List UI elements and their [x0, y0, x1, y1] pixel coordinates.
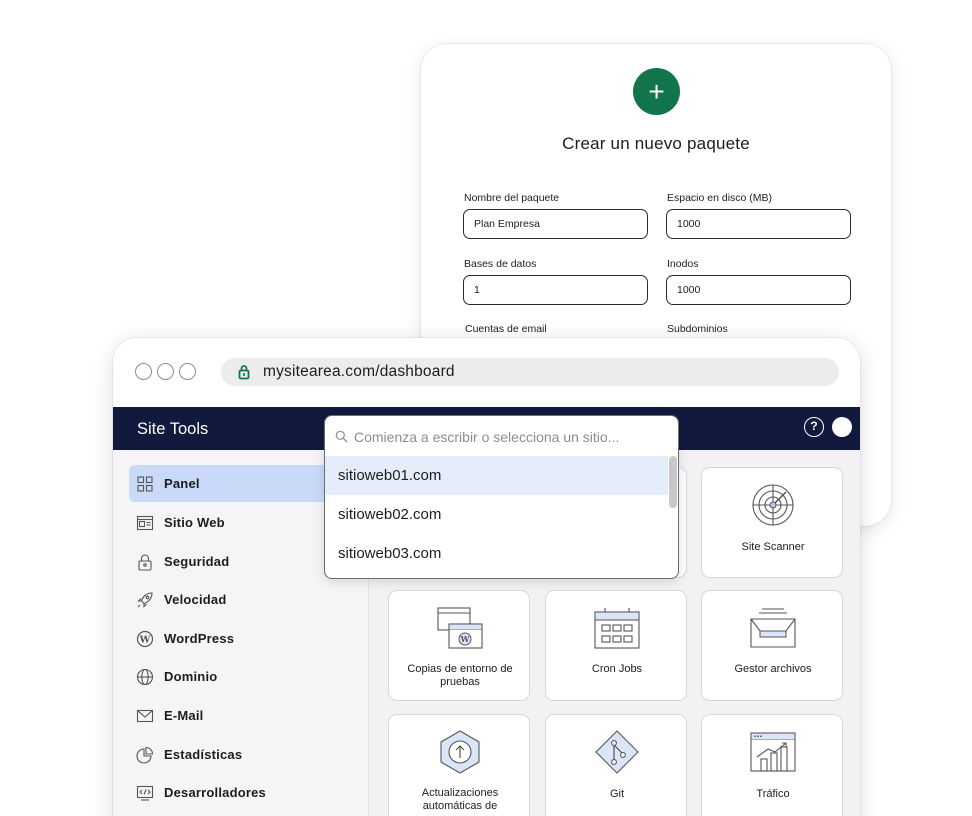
tile-label: Copias de entorno de pruebas	[407, 663, 513, 688]
plus-icon: +	[648, 75, 665, 107]
lock-icon	[138, 553, 152, 571]
sidebar-item-label: Velocidad	[164, 592, 227, 607]
avatar[interactable]	[832, 417, 852, 437]
disk-space-input[interactable]: 1000	[666, 209, 851, 239]
databases-input[interactable]: 1	[463, 275, 648, 305]
traffic-chart-icon	[750, 732, 796, 772]
tile-label: Site Scanner	[741, 541, 805, 553]
subdomains-label: Subdominios	[667, 323, 728, 335]
code-icon	[136, 785, 154, 801]
sidebar-item-label: Sitio Web	[164, 515, 225, 530]
sidebar-item-speed[interactable]: Velocidad	[129, 581, 368, 618]
sidebar-item-statistics[interactable]: Estadísticas	[129, 736, 368, 773]
package-name-label: Nombre del paquete	[464, 192, 560, 204]
wordpress-icon: W	[136, 630, 154, 647]
site-option[interactable]: sitioweb03.com	[325, 534, 668, 573]
update-arrow-icon	[440, 730, 480, 774]
tile-label: Actualizaciones automáticas de	[421, 787, 499, 812]
email-accounts-label: Cuentas de email	[465, 323, 547, 335]
sidebar-item-label: WordPress	[164, 631, 235, 646]
inodes-label: Inodos	[667, 258, 699, 270]
tile-git[interactable]: Git	[545, 714, 687, 816]
inodes-input[interactable]: 1000	[666, 275, 851, 305]
databases-label: Bases de datos	[464, 258, 537, 270]
tile-label: Gestor archivos	[734, 663, 812, 675]
app-title: Site Tools	[137, 420, 209, 438]
tile-traffic[interactable]: Tráfico	[701, 714, 843, 816]
tile-staging[interactable]: W Copias de entorno de pruebas	[388, 590, 530, 701]
sidebar-item-label: Estadísticas	[164, 747, 243, 762]
sidebar-item-developers[interactable]: Desarrolladores	[129, 774, 368, 811]
add-package-button[interactable]: +	[633, 68, 680, 115]
pie-chart-icon	[136, 746, 154, 764]
window-maximize-dot[interactable]	[179, 363, 196, 380]
lock-icon	[238, 365, 250, 380]
sidebar-item-label: Desarrolladores	[164, 785, 266, 800]
site-selector-dropdown: sitioweb01.com sitioweb02.com sitioweb03…	[324, 415, 679, 579]
svg-text:W: W	[139, 634, 151, 645]
sidebar-item-label: Dominio	[164, 669, 218, 684]
tile-label: Git	[609, 788, 625, 800]
website-icon	[136, 515, 154, 530]
rocket-icon	[137, 591, 153, 608]
radar-icon	[752, 484, 794, 526]
site-search-input[interactable]	[354, 426, 669, 448]
sidebar-item-email[interactable]: E-Mail	[129, 697, 368, 734]
sidebar-item-wordpress[interactable]: W WordPress	[129, 620, 368, 657]
url-text: mysitearea.com/dashboard	[263, 363, 455, 380]
site-option[interactable]: sitioweb02.com	[325, 495, 668, 534]
file-tray-icon	[750, 608, 796, 648]
package-form-title: Crear un nuevo paquete	[562, 134, 750, 153]
calendar-icon	[594, 608, 640, 649]
tile-file-manager[interactable]: Gestor archivos	[701, 590, 843, 701]
address-bar[interactable]: mysitearea.com/dashboard	[221, 358, 839, 386]
tile-auto-updates[interactable]: Actualizaciones automáticas de	[388, 714, 530, 816]
site-option[interactable]: sitioweb01.com	[325, 456, 668, 495]
question-icon[interactable]: ?	[804, 417, 824, 437]
staging-icon: W	[437, 607, 483, 649]
browser-titlebar: mysitearea.com/dashboard	[113, 338, 860, 407]
search-icon	[335, 430, 348, 443]
window-minimize-dot[interactable]	[157, 363, 174, 380]
envelope-icon	[136, 709, 154, 722]
tile-label: Cron Jobs	[591, 663, 643, 675]
globe-icon	[136, 668, 154, 685]
package-name-input[interactable]: Plan Empresa	[463, 209, 648, 239]
window-close-dot[interactable]	[135, 363, 152, 380]
tile-cron-jobs[interactable]: Cron Jobs	[545, 590, 687, 701]
disk-space-label: Espacio en disco (MB)	[667, 192, 773, 204]
tile-site-scanner[interactable]: Site Scanner	[701, 467, 843, 578]
tile-label: Tráfico	[756, 788, 790, 800]
grid-icon	[137, 475, 153, 492]
sidebar-item-label: Seguridad	[164, 554, 230, 569]
svg-text:W: W	[460, 634, 471, 644]
sidebar-item-label: Panel	[164, 476, 200, 491]
sidebar-item-label: E-Mail	[164, 708, 204, 723]
dropdown-scrollbar[interactable]	[669, 456, 677, 508]
git-icon	[595, 730, 639, 774]
sidebar-item-domain[interactable]: Dominio	[129, 658, 368, 695]
